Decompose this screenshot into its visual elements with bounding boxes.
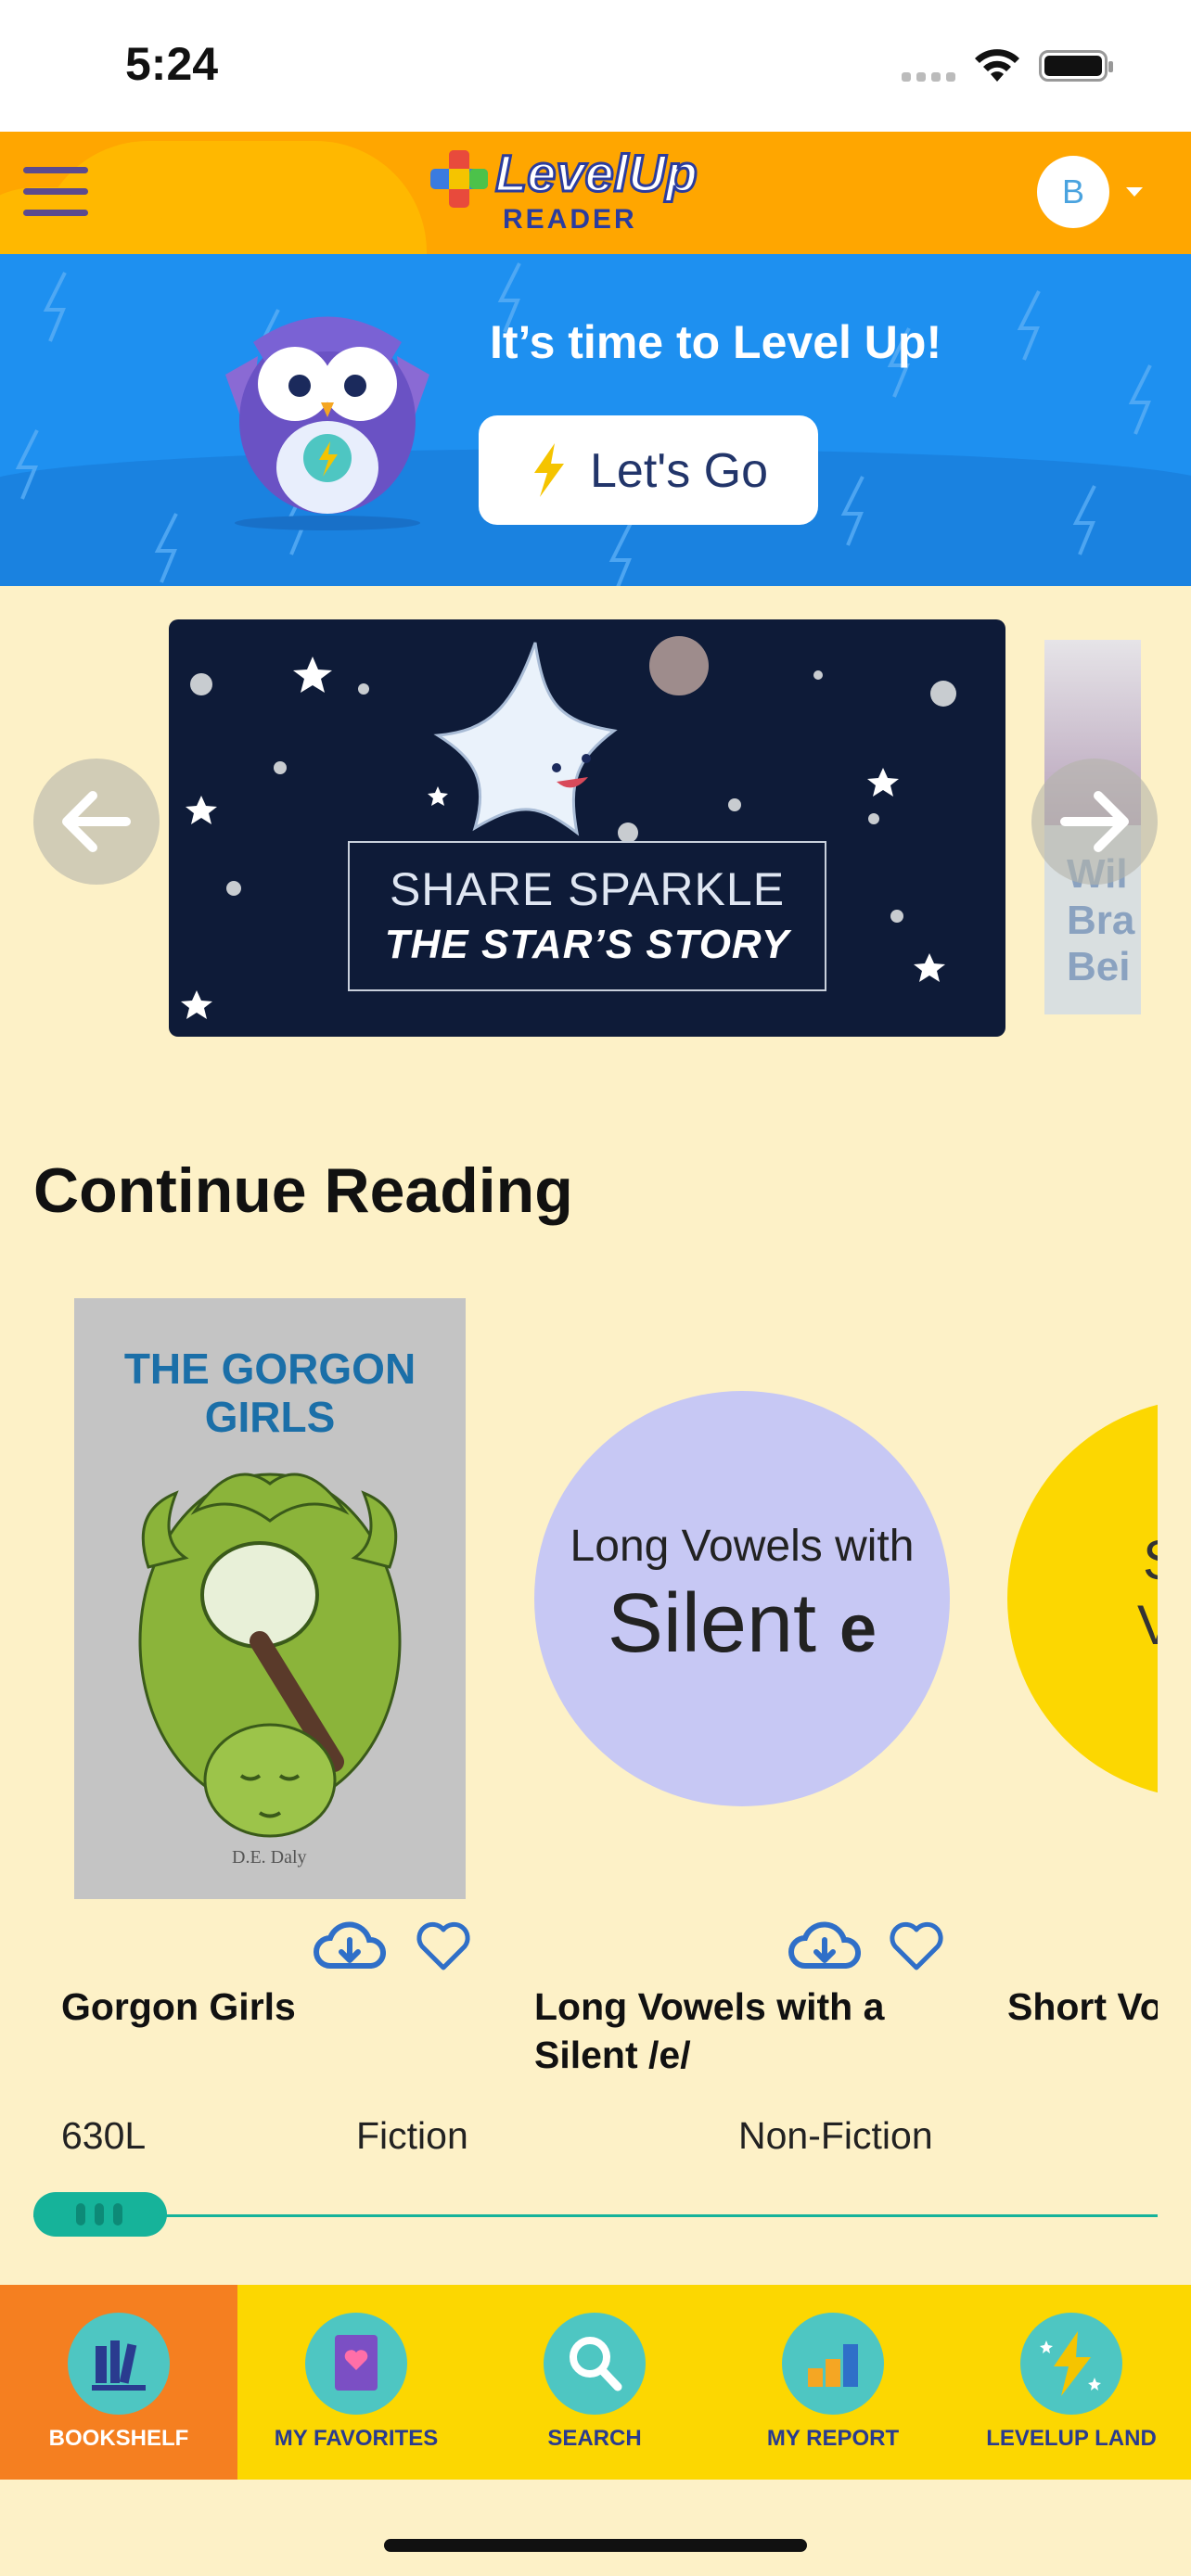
cover-title: THE GORGON GIRLS (123, 1345, 416, 1441)
search-icon (544, 2313, 646, 2415)
logo-wordmark: LevelUp (494, 143, 699, 204)
home-indicator[interactable] (384, 2539, 807, 2552)
slide-title-line2: THE STAR’S STORY (384, 922, 790, 967)
cover-line1: Long Vowels with (570, 1522, 915, 1571)
arrow-left-icon (62, 791, 131, 852)
chevron-down-icon[interactable] (1126, 187, 1143, 197)
tab-label: MY REPORT (766, 2426, 900, 2451)
peek-text-3: Bei (1067, 944, 1131, 989)
lightning-icon (534, 443, 564, 497)
book-cover-long-vowels[interactable]: Long Vowels with Silent e (534, 1391, 950, 1806)
signal-icon (902, 72, 955, 82)
lets-go-button[interactable]: Let's Go (479, 415, 818, 525)
promo-headline: It’s time to Level Up! (490, 316, 942, 368)
medusa-illustration (138, 1473, 402, 1838)
favorites-book-icon (305, 2313, 407, 2415)
continue-reading-title: Continue Reading (33, 1155, 573, 1226)
bottom-nav: BOOKSHELF MY FAVORITES SEARCH MY REPORT … (0, 2285, 1191, 2480)
book-cover-peek[interactable]: S V (1007, 1398, 1158, 1799)
status-bar: 5:24 (0, 0, 1191, 132)
scroll-thumb[interactable] (33, 2192, 167, 2237)
cover-letter: e (839, 1592, 877, 1666)
cover-line2: Silent e (534, 1576, 950, 1672)
bookshelf-icon (68, 2313, 170, 2415)
logo-subtitle: READER (503, 204, 637, 235)
cover-peek-1: S (1143, 1528, 1158, 1592)
menu-icon[interactable] (23, 167, 88, 217)
tab-label: BOOKSHELF (48, 2426, 189, 2451)
app-header: LevelUp READER B (0, 132, 1191, 254)
book-title-3-clip[interactable]: Short Vo (1007, 1983, 1158, 2038)
heart-icon[interactable] (416, 1921, 471, 1971)
tab-label: SEARCH (547, 2426, 642, 2451)
scroll-track[interactable] (33, 2214, 1158, 2217)
book-title-2[interactable]: Long Vowels with a Silent /e/ (534, 1983, 942, 2079)
book-cover-gorgon-girls[interactable]: THE GORGON GIRLS D.E. Daly (74, 1298, 466, 1899)
tab-bookshelf[interactable]: BOOKSHELF (0, 2285, 237, 2480)
book-genre-1: Fiction (356, 2114, 468, 2157)
book-level-1: 630L (61, 2114, 147, 2157)
book-title-3: Short Vo (1007, 1985, 1158, 2028)
plus-logo-icon (430, 150, 488, 208)
cover-peek-2: V (1137, 1594, 1158, 1656)
tab-label: LEVELUP LAND (986, 2426, 1157, 2451)
tab-my-report[interactable]: MY REPORT (714, 2285, 952, 2480)
bar-chart-icon (782, 2313, 884, 2415)
download-icon[interactable] (788, 1919, 861, 1971)
arrow-right-icon (1060, 791, 1129, 852)
heart-icon[interactable] (889, 1921, 944, 1971)
star-scene (181, 636, 956, 1019)
download-icon[interactable] (314, 1919, 386, 1971)
featured-book-slide[interactable]: SHARE SPARKLE THE STAR’S STORY (169, 619, 1005, 1037)
tab-label: MY FAVORITES (274, 2426, 439, 2451)
cover-author: D.E. Daly (232, 1847, 307, 1868)
levelup-logo: LevelUp READER (429, 143, 725, 245)
lets-go-label: Let's Go (590, 444, 769, 498)
peek-text-2: Bra (1067, 898, 1135, 943)
carousel-prev-button[interactable] (33, 759, 160, 885)
status-time: 5:24 (125, 38, 219, 90)
tab-my-favorites[interactable]: MY FAVORITES (237, 2285, 475, 2480)
lightning-icon (1020, 2313, 1122, 2415)
avatar[interactable]: B (1037, 156, 1109, 228)
owl-mascot (225, 316, 429, 530)
cover-line2-word: Silent (607, 1577, 817, 1670)
battery-icon (1039, 50, 1113, 82)
carousel-next-button[interactable] (1031, 759, 1158, 885)
slide-title-line1: SHARE SPARKLE (389, 863, 786, 915)
wifi-icon (975, 49, 1019, 82)
promo-banner: It’s time to Level Up! Let's Go (0, 254, 1191, 586)
book-title-1[interactable]: Gorgon Girls (61, 1983, 488, 2031)
tab-levelup-land[interactable]: LEVELUP LAND (953, 2285, 1190, 2480)
book-genre-2: Non-Fiction (738, 2114, 933, 2157)
tab-search[interactable]: SEARCH (476, 2285, 713, 2480)
